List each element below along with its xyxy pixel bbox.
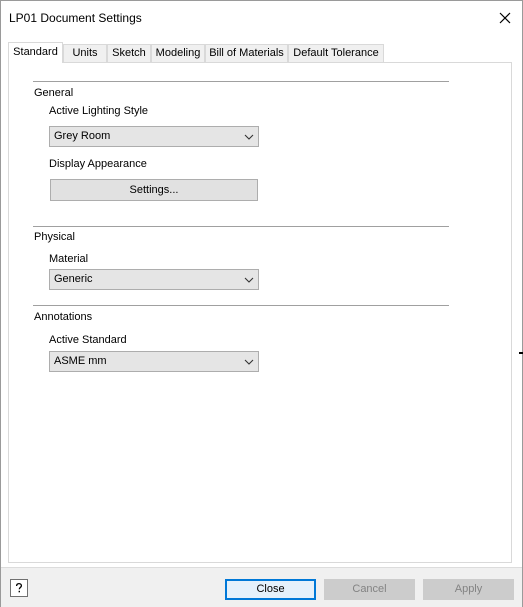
tab-units-label: Units xyxy=(72,47,98,59)
display-appearance-label: Display Appearance xyxy=(49,158,147,170)
help-button[interactable] xyxy=(10,579,28,597)
chevron-down-icon xyxy=(244,359,254,365)
tab-units[interactable]: Units xyxy=(63,44,107,62)
tab-default-tolerance-label: Default Tolerance xyxy=(293,47,379,59)
title-bar: LP01 Document Settings xyxy=(1,1,522,35)
help-icon xyxy=(15,582,23,593)
tab-modeling[interactable]: Modeling xyxy=(151,44,205,62)
lighting-style-select[interactable]: Grey Room xyxy=(49,126,259,147)
tab-bill-of-materials-label: Bill of Materials xyxy=(209,47,284,59)
chevron-down-icon xyxy=(244,277,254,283)
display-settings-button[interactable]: Settings... xyxy=(50,179,258,201)
tab-default-tolerance[interactable]: Default Tolerance xyxy=(288,44,384,62)
apply-button[interactable]: Apply xyxy=(423,579,514,600)
cancel-button-label: Cancel xyxy=(352,583,387,595)
active-standard-label: Active Standard xyxy=(49,334,127,346)
close-icon xyxy=(499,12,511,24)
material-label: Material xyxy=(49,253,89,265)
close-button[interactable]: Close xyxy=(225,579,316,600)
general-section-title: General xyxy=(34,87,74,99)
physical-divider xyxy=(33,226,449,227)
physical-section-title: Physical xyxy=(34,231,75,243)
annotations-divider xyxy=(33,305,449,306)
resize-edge-mark xyxy=(519,352,523,354)
display-settings-button-label: Settings... xyxy=(129,184,179,196)
close-window-button[interactable] xyxy=(492,5,518,31)
apply-button-label: Apply xyxy=(454,583,483,595)
tab-standard-label: Standard xyxy=(13,46,58,58)
tab-modeling-label: Modeling xyxy=(155,47,201,59)
close-button-label: Close xyxy=(256,583,285,595)
lighting-style-label: Active Lighting Style xyxy=(49,105,149,117)
cancel-button[interactable]: Cancel xyxy=(324,579,415,600)
window-title: LP01 Document Settings xyxy=(9,11,142,25)
chevron-down-icon xyxy=(244,134,254,140)
document-settings-dialog: LP01 Document Settings Standard Units Sk… xyxy=(0,0,523,607)
annotations-section-title: Annotations xyxy=(34,311,93,323)
lighting-style-value: Grey Room xyxy=(54,130,111,142)
material-select[interactable]: Generic xyxy=(49,269,259,290)
dialog-footer: Close Cancel Apply xyxy=(1,567,522,607)
tab-bill-of-materials[interactable]: Bill of Materials xyxy=(205,44,288,62)
active-standard-value: ASME mm xyxy=(54,355,107,367)
tab-sketch-label: Sketch xyxy=(112,47,146,59)
tab-sketch[interactable]: Sketch xyxy=(107,44,151,62)
active-standard-select[interactable]: ASME mm xyxy=(49,351,259,372)
general-divider xyxy=(33,81,449,82)
material-value: Generic xyxy=(54,273,93,285)
tab-standard[interactable]: Standard xyxy=(8,42,63,63)
